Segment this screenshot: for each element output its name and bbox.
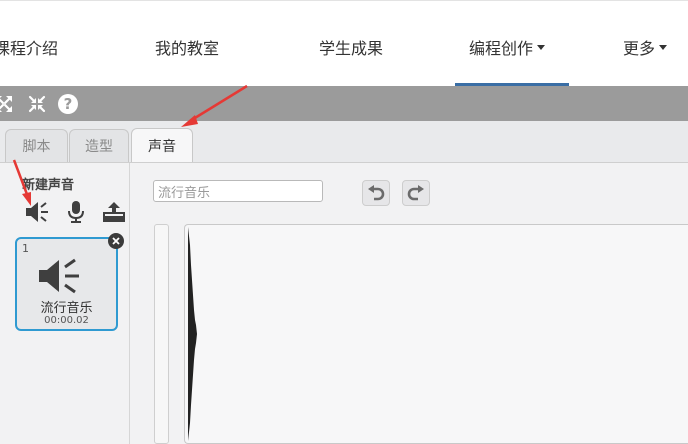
fullscreen-icon[interactable] (0, 94, 14, 114)
redo-button[interactable] (402, 180, 430, 206)
new-sound-label: 新建声音 (22, 178, 75, 193)
caret-down-icon (537, 45, 546, 50)
nav-item-label: 课程介绍 (0, 39, 59, 58)
volume-slider[interactable] (154, 224, 169, 444)
undo-icon (368, 185, 385, 201)
sound-item-duration: 00:00.02 (44, 315, 89, 326)
nav-item-programming-create[interactable]: 编程创作 (469, 35, 546, 59)
tab-label: 声音 (148, 139, 176, 155)
nav-item-my-classroom[interactable]: 我的教室 (155, 35, 219, 59)
tab-strip: 脚本 造型 声音 (0, 121, 688, 163)
sounds-panel: 新建声音 1 流行音乐 00:00.02 流行音乐 (0, 162, 688, 444)
tab-scripts[interactable]: 脚本 (5, 129, 68, 162)
editor-toolbar: ? (0, 86, 688, 121)
speaker-library-icon[interactable] (24, 199, 50, 225)
tab-sounds[interactable]: 声音 (131, 128, 193, 163)
sound-item-name: 流行音乐 (40, 301, 93, 316)
sound-item-index: 1 (22, 242, 29, 255)
delete-icon[interactable] (108, 233, 124, 249)
tab-label: 造型 (85, 139, 113, 155)
microphone-icon[interactable] (63, 199, 89, 225)
redo-icon (407, 185, 424, 201)
nav-item-label: 更多 (623, 39, 656, 58)
tab-label: 脚本 (22, 139, 51, 155)
waveform-graphic (188, 227, 197, 441)
nav-item-more[interactable]: 更多 (623, 35, 668, 59)
nav-item-course-intro[interactable]: 课程介绍 (0, 35, 58, 59)
small-stage-icon[interactable] (27, 94, 47, 114)
help-icon[interactable]: ? (58, 94, 78, 114)
upload-icon[interactable] (101, 199, 127, 225)
caret-down-icon (659, 45, 668, 50)
editor-area: 脚本 造型 声音 新建声音 1 流行音乐 00:00.02 流行音乐 (0, 121, 688, 444)
sound-item-card[interactable]: 1 流行音乐 00:00.02 (15, 233, 124, 331)
tab-costumes[interactable]: 造型 (69, 129, 129, 162)
nav-item-label: 我的教室 (155, 39, 220, 58)
nav-item-label: 编程创作 (469, 39, 534, 58)
nav-item-label: 学生成果 (319, 39, 384, 58)
sound-name-input[interactable] (153, 180, 323, 202)
nav-item-student-works[interactable]: 学生成果 (319, 35, 383, 59)
waveform-editor[interactable] (184, 224, 688, 444)
undo-button[interactable] (362, 180, 390, 206)
top-navigation: 课程介绍 我的教室 学生成果 编程创作 更多 (0, 0, 688, 86)
sound-list-column: 新建声音 1 流行音乐 00:00.02 (0, 163, 130, 444)
speaker-icon (37, 257, 89, 299)
